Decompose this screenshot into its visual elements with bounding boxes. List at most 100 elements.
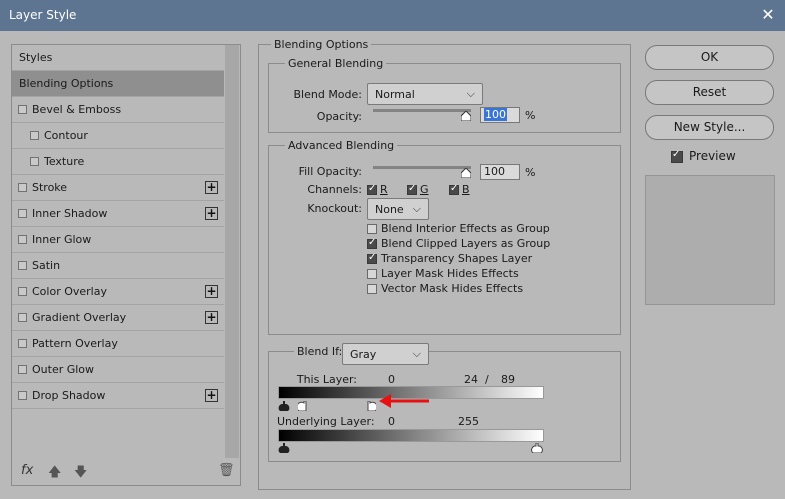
sidebar-item-label: Satin <box>32 259 61 272</box>
sidebar-checkbox[interactable] <box>18 105 27 114</box>
sidebar-item-texture[interactable]: Texture <box>12 149 224 175</box>
sidebar-checkbox[interactable] <box>30 131 39 140</box>
add-instance-icon[interactable]: + <box>205 207 218 220</box>
styles-scrollbar[interactable] <box>225 45 239 458</box>
move-up-icon[interactable]: 🡅 <box>48 463 61 485</box>
underlying-black-slider[interactable] <box>277 443 291 453</box>
opacity-label: Opacity: <box>316 110 362 123</box>
sidebar-item-inner-shadow[interactable]: Inner Shadow + <box>12 201 224 227</box>
fill-opacity-field[interactable]: 100 <box>480 164 520 180</box>
general-blending-heading: General Blending <box>285 57 387 70</box>
this-layer-white-split-right[interactable] <box>367 401 376 411</box>
new-style-button[interactable]: New Style... <box>645 115 774 140</box>
blending-options-panel: Blending Options General Blending Blend … <box>258 38 631 490</box>
advanced-option-checkbox[interactable] <box>367 237 377 249</box>
opacity-field[interactable]: 100 <box>480 107 520 123</box>
sidebar-checkbox[interactable] <box>18 287 27 296</box>
advanced-option-label: Blend Clipped Layers as Group <box>381 237 551 250</box>
chevron-down-icon: ⌵ <box>412 347 421 360</box>
channel-b-checkbox[interactable] <box>449 183 459 195</box>
channel-b-label: B <box>462 183 470 196</box>
channel-r-checkbox[interactable] <box>367 183 377 195</box>
opacity-slider-thumb[interactable] <box>461 111 471 121</box>
underlying-white-slider[interactable] <box>530 443 544 453</box>
sidebar-checkbox[interactable] <box>18 391 27 400</box>
sidebar-item-drop-shadow[interactable]: Drop Shadow + <box>12 383 224 409</box>
fill-opacity-percent: % <box>525 166 536 179</box>
opacity-slider-track[interactable] <box>373 109 471 112</box>
sidebar-item-stroke[interactable]: Stroke + <box>12 175 224 201</box>
styles-panel: Styles Blending Options Bevel & Emboss Cont… <box>11 44 241 486</box>
sidebar-item-label: Gradient Overlay <box>32 311 127 324</box>
window-title: Layer Style <box>9 8 77 22</box>
sidebar-item-bevel-emboss[interactable]: Bevel & Emboss <box>12 97 224 123</box>
sidebar-checkbox[interactable] <box>18 365 27 374</box>
sidebar-item-label: Stroke <box>32 181 68 194</box>
fill-opacity-slider-track[interactable] <box>373 166 471 169</box>
sidebar-item-pattern-overlay[interactable]: Pattern Overlay <box>12 331 224 357</box>
blend-mode-label: Blend Mode: <box>293 88 363 101</box>
styles-list: Styles Blending Options Bevel & Emboss Cont… <box>12 45 224 409</box>
this-layer-separator: / <box>485 373 489 386</box>
sidebar-item-blending-options[interactable]: Blending Options <box>12 71 224 97</box>
sidebar-item-label: Outer Glow <box>32 363 95 376</box>
sidebar-checkbox[interactable] <box>30 157 39 166</box>
this-layer-black-slider[interactable] <box>277 401 291 411</box>
blend-mode-dropdown[interactable]: Normal ⌵ <box>367 83 483 105</box>
advanced-option-label: Blend Interior Effects as Group <box>381 222 550 235</box>
sidebar-item-label: Contour <box>44 129 88 142</box>
sidebar-checkbox[interactable] <box>18 313 27 322</box>
sidebar-checkbox[interactable] <box>18 183 27 192</box>
this-layer-label: This Layer: <box>296 373 357 386</box>
sidebar-item-color-overlay[interactable]: Color Overlay + <box>12 279 224 305</box>
advanced-option-checkbox[interactable] <box>367 224 377 234</box>
advanced-option-checkbox[interactable] <box>367 284 377 294</box>
reset-button[interactable]: Reset <box>645 80 774 105</box>
add-instance-icon[interactable]: + <box>205 181 218 194</box>
sidebar-checkbox[interactable] <box>18 209 27 218</box>
sidebar-item-inner-glow[interactable]: Inner Glow <box>12 227 224 253</box>
add-instance-icon[interactable]: + <box>205 311 218 324</box>
knockout-label: Knockout: <box>307 202 362 215</box>
move-down-icon[interactable]: 🡇 <box>74 463 87 485</box>
sidebar-item-satin[interactable]: Satin <box>12 253 224 279</box>
advanced-option-checkbox[interactable] <box>367 252 377 264</box>
underlying-low-value: 0 <box>388 415 395 428</box>
sidebar-item-styles[interactable]: Styles <box>12 45 224 71</box>
sidebar-item-gradient-overlay[interactable]: Gradient Overlay + <box>12 305 224 331</box>
sidebar-item-outer-glow[interactable]: Outer Glow <box>12 357 224 383</box>
this-layer-low-value: 0 <box>388 373 395 386</box>
sidebar-item-label: Inner Glow <box>32 233 92 246</box>
fx-icon[interactable]: fx <box>21 463 33 478</box>
annotation-arrow-icon <box>379 394 429 408</box>
channel-g-checkbox[interactable] <box>407 183 417 195</box>
advanced-option-label: Layer Mask Hides Effects <box>381 267 519 280</box>
sidebar-checkbox[interactable] <box>18 339 27 348</box>
channel-r-label: R <box>380 183 388 196</box>
title-bar: Layer Style ✕ <box>0 0 785 31</box>
advanced-blending-heading: Advanced Blending <box>285 139 398 152</box>
knockout-dropdown[interactable]: None ⌵ <box>367 198 429 220</box>
add-instance-icon[interactable]: + <box>205 285 218 298</box>
blend-if-dropdown[interactable]: Gray ⌵ <box>342 343 429 365</box>
channels-label: Channels: <box>307 183 362 196</box>
ok-button[interactable]: OK <box>645 45 774 70</box>
preview-checkbox[interactable] <box>671 149 683 163</box>
preview-label: Preview <box>689 149 736 163</box>
opacity-percent: % <box>525 109 536 122</box>
sidebar-checkbox[interactable] <box>18 235 27 244</box>
add-instance-icon[interactable]: + <box>205 389 218 402</box>
sidebar-item-contour[interactable]: Contour <box>12 123 224 149</box>
sidebar-checkbox[interactable] <box>18 261 27 270</box>
this-layer-high-value-b: 89 <box>501 373 515 386</box>
fill-opacity-slider-thumb[interactable] <box>461 168 471 178</box>
sidebar-item-label: Pattern Overlay <box>32 337 118 350</box>
this-layer-high-value-a: 24 <box>464 373 478 386</box>
sidebar-item-label: Inner Shadow <box>32 207 108 220</box>
advanced-option-checkbox[interactable] <box>367 269 377 279</box>
blend-if-label: Blend If: <box>294 345 346 358</box>
this-layer-white-split-left[interactable] <box>298 401 307 411</box>
close-icon[interactable]: ✕ <box>751 0 785 31</box>
trash-icon[interactable]: 🗑 <box>218 463 235 478</box>
sidebar-item-label: Bevel & Emboss <box>32 103 122 116</box>
